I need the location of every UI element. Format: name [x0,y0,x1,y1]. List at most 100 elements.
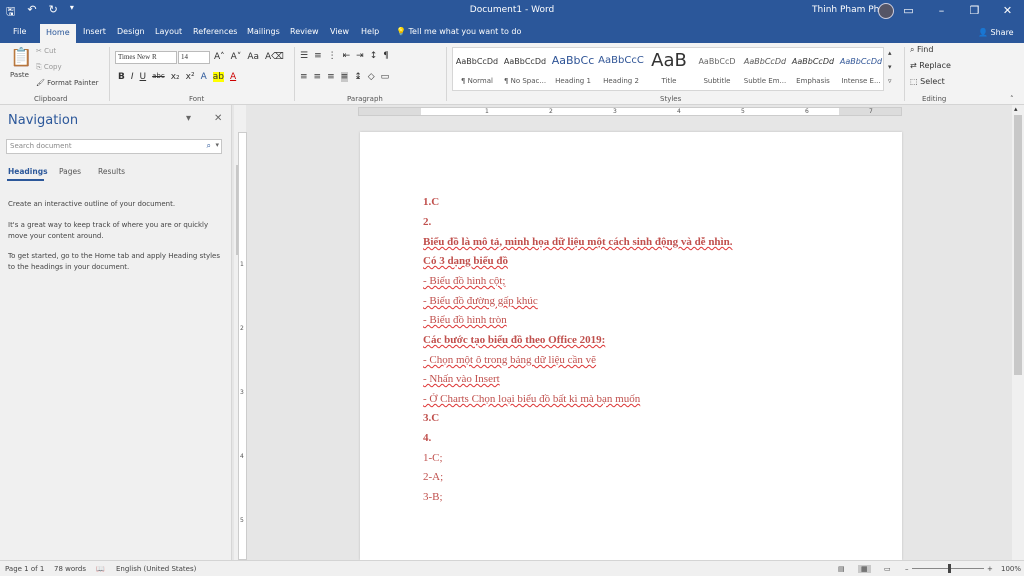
focus-mode-icon[interactable]: ▤ [838,565,845,573]
font-size-box[interactable]: 14 [178,51,210,64]
style-normal[interactable]: AaBbCcDd ¶ Normal [453,48,501,92]
style-heading-2[interactable]: AaBbCcC Heading 2 [597,48,645,92]
tab-mailings[interactable]: Mailings [247,27,280,36]
close-pane-icon[interactable]: ✕ [214,113,222,124]
paste-button[interactable]: Paste [10,71,29,79]
clear-formatting-icon[interactable]: A⌫ [265,52,284,62]
web-layout-icon[interactable]: ▭ [884,565,891,573]
document-line[interactable]: - Ở Charts Chọn loại biểu đồ bất kì mà b… [423,393,640,405]
style-title[interactable]: AaB Title [645,48,693,92]
styles-more-icon[interactable]: ▿ [888,77,892,85]
minimize-icon[interactable]: – [925,0,958,22]
close-icon[interactable]: ✕ [991,0,1024,22]
underline-icon[interactable]: U [140,72,147,82]
tab-design[interactable]: Design [117,27,145,36]
document-line[interactable]: Các bước tạo biểu đồ theo Office 2019: [423,334,605,346]
tab-layout[interactable]: Layout [155,27,182,36]
align-right-icon[interactable]: ≡ [327,72,335,82]
find-button[interactable]: ⌕ Find [910,45,951,61]
tab-results[interactable]: Results [98,167,125,176]
zoom-in-icon[interactable]: + [987,565,993,573]
align-center-icon[interactable]: ≡ [314,72,322,82]
document-line[interactable]: 3.C [423,412,439,424]
zoom-out-icon[interactable]: – [905,565,909,573]
document-line[interactable]: - Biểu đồ hình cột; [423,275,506,287]
strikethrough-icon[interactable]: abc [152,72,165,82]
horizontal-ruler[interactable]: 1 2 3 4 5 6 7 [358,107,902,116]
cut-button[interactable]: ✂ Cut [36,47,56,55]
decrease-indent-icon[interactable]: ⇤ [343,51,351,61]
language[interactable]: English (United States) [116,565,196,573]
text-effects-icon[interactable]: A [201,72,207,82]
replace-button[interactable]: ⇄ Replace [910,61,951,77]
shading-icon[interactable]: ◇ [368,72,375,82]
bold-icon[interactable]: B [118,72,125,82]
document-line[interactable]: 1.C [423,196,439,208]
ribbon-display-options-icon[interactable]: ▭ [892,0,925,22]
scroll-up-icon[interactable]: ▴ [1014,105,1018,113]
scroll-thumb[interactable] [1014,115,1022,375]
styles-scroll-down-icon[interactable]: ▾ [888,63,892,71]
style-emphasis[interactable]: AaBbCcDd Emphasis [789,48,837,92]
bullets-icon[interactable]: ☰ [300,51,308,61]
style-intense-emphasis[interactable]: AaBbCcDd Intense E... [837,48,885,92]
tab-references[interactable]: References [193,27,237,36]
search-options-icon[interactable]: ▾ [215,141,219,149]
highlight-icon[interactable]: ab [212,72,224,82]
document-line[interactable]: - Biểu đồ đường gấp khúc [423,295,538,307]
numbering-icon[interactable]: ≡ [314,51,322,61]
sort-icon[interactable]: ↕ [370,51,378,61]
tab-headings[interactable]: Headings [8,167,48,176]
document-line[interactable]: 4. [423,432,431,444]
select-button[interactable]: ⬚ Select [910,77,951,93]
tab-home[interactable]: Home [40,24,76,43]
borders-icon[interactable]: ▭ [381,72,390,82]
document-line[interactable]: Có 3 dạng biểu đồ [423,255,508,267]
document-line[interactable]: 3-B; [423,491,443,503]
search-input[interactable]: Search document ⌕ ▾ [6,139,222,154]
restore-icon[interactable]: ❐ [958,0,991,22]
print-layout-icon[interactable]: ▦ [858,565,871,573]
word-count[interactable]: 78 words [54,565,86,573]
document-line[interactable]: 1-C; [423,452,443,464]
line-spacing-icon[interactable]: ↨ [354,72,362,82]
document-line[interactable]: - Nhấn vào Insert [423,373,500,385]
change-case-icon[interactable]: Aa [247,52,259,62]
document-line[interactable]: 2-A; [423,471,443,483]
collapse-ribbon-icon[interactable]: ˄ [1010,95,1014,103]
zoom-slider-thumb[interactable] [948,564,951,573]
tab-insert[interactable]: Insert [83,27,106,36]
styles-scroll-up-icon[interactable]: ▴ [888,49,892,57]
vertical-ruler[interactable]: 1 2 3 4 5 [238,132,247,560]
style-subtitle[interactable]: AaBbCcD Subtitle [693,48,741,92]
style-heading-1[interactable]: AaBbCc Heading 1 [549,48,597,92]
tab-help[interactable]: Help [361,27,379,36]
document-page[interactable]: 1.C 2. Biểu đồ là mô tả, minh họa dữ liệ… [360,132,902,560]
font-name-box[interactable]: Times New R [115,51,177,64]
document-line[interactable]: - Chọn một ô trong bảng dữ liệu cần vẽ [423,354,596,366]
tab-pages[interactable]: Pages [59,167,81,176]
shrink-font-icon[interactable]: A˅ [231,52,242,62]
align-left-icon[interactable]: ≡ [300,72,308,82]
share-button[interactable]: 👤 Share [978,28,1014,37]
style-no-spacing[interactable]: AaBbCcDd ¶ No Spac... [501,48,549,92]
tab-view[interactable]: View [330,27,349,36]
tab-review[interactable]: Review [290,27,319,36]
format-painter-button[interactable]: 🖌 Format Painter [36,79,99,87]
subscript-icon[interactable]: x₂ [171,72,180,82]
document-line[interactable]: 2. [423,216,431,228]
proofing-icon[interactable]: 📖 [96,565,105,573]
tab-file[interactable]: File [13,27,26,36]
style-subtle-emphasis[interactable]: AaBbCcDd Subtle Em... [741,48,789,92]
document-scrollbar[interactable]: ▴ [1012,105,1024,560]
superscript-icon[interactable]: x² [186,72,195,82]
zoom-level[interactable]: 100% [1001,565,1021,573]
tell-me-box[interactable]: 💡 Tell me what you want to do [396,27,521,36]
pane-options-icon[interactable]: ▾ [186,113,191,124]
justify-icon[interactable]: ≡ [340,72,349,82]
font-color-icon[interactable]: A [230,72,236,82]
copy-button[interactable]: ⎘ Copy [36,63,62,72]
grow-font-icon[interactable]: A˄ [214,52,225,62]
search-icon[interactable]: ⌕ [207,141,211,151]
multilevel-list-icon[interactable]: ⋮ [328,51,337,61]
